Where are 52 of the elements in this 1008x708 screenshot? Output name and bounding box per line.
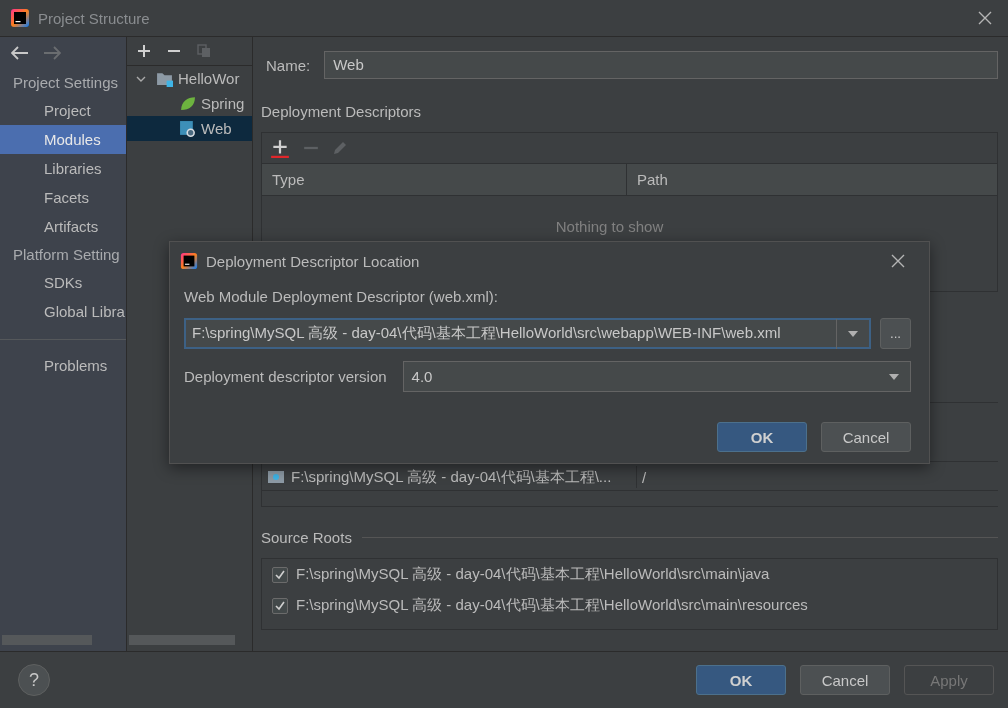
leaf-icon [179,95,196,112]
column-header[interactable]: Path [627,164,997,195]
version-combo-field[interactable]: 4.0 [402,361,911,392]
sidebar-item[interactable]: Modules [0,125,126,154]
web-folder-icon [267,470,285,484]
browse-button[interactable]: ... [880,318,911,349]
section-title: Source Roots [261,529,352,546]
dialog-button[interactable]: Cancel [800,665,890,695]
back-arrow-icon[interactable] [11,46,29,60]
section-title: Deployment Descriptors [261,103,423,120]
dialog-button[interactable]: OK [696,665,786,695]
source-root-path: F:\spring\MySQL 高级 - day-04\代码\基本工程\HelloWorld\src\main\java [296,565,770,584]
add-icon[interactable] [137,44,151,58]
column-header[interactable]: Type [262,164,627,195]
dropdown-icon[interactable] [888,372,900,381]
sidebar-item[interactable]: Facets [0,183,126,212]
sidebar-item[interactable]: Global Libra [0,297,126,326]
window-title: Project Structure [38,9,151,27]
sidebar-item[interactable]: Artifacts [0,212,126,241]
close-icon[interactable] [978,11,992,25]
checkbox[interactable] [272,597,288,614]
sidebar-heading: Project Settings [12,73,120,93]
scrollbar-thumb[interactable] [129,635,235,645]
sidebar-item[interactable]: Project [0,96,126,125]
path-combo-field[interactable]: F:\spring\MySQL 高级 - day-04\代码\基本工程\HelloWorld\src\webapp\WEB-INF\web.xml [184,318,871,349]
empty-message: Nothing to show [554,218,665,235]
sidebar-item[interactable]: SDKs [0,268,126,297]
sidebar-item[interactable]: Libraries [0,154,126,183]
module-folder-icon [156,70,173,87]
dropdown-icon[interactable] [847,329,859,338]
name-label: Name: [266,56,311,74]
dialog-title: Deployment Descriptor Location [206,252,420,270]
field-label: Web Module Deployment Descriptor (web.xml): [184,288,499,307]
tree-item[interactable]: HelloWor [127,66,252,91]
app-logo-icon [180,252,198,270]
table-cell: F:\spring\MySQL 高级 - day-04\代码\基本工程\... [291,467,612,487]
source-root-path: F:\spring\MySQL 高级 - day-04\代码\基本工程\HelloWorld\src\main\resources [296,596,808,615]
web-module-icon [179,120,196,137]
version-label: Deployment descriptor version [184,368,387,385]
checkbox[interactable] [272,566,288,583]
tree-item[interactable]: Web [127,116,252,141]
help-button[interactable]: ? [18,664,50,696]
name-field[interactable]: Web [324,51,998,79]
sidebar-item[interactable]: Problems [0,351,126,380]
sidebar-heading: Platform Setting [12,245,121,265]
app-logo-icon [10,8,30,28]
add-icon[interactable] [270,138,290,158]
dialog-button[interactable]: OK [717,422,807,452]
dialog-button[interactable]: Cancel [821,422,911,452]
close-icon[interactable] [891,254,905,268]
table-cell: / [642,468,647,486]
tree-item[interactable]: Spring [127,91,252,116]
